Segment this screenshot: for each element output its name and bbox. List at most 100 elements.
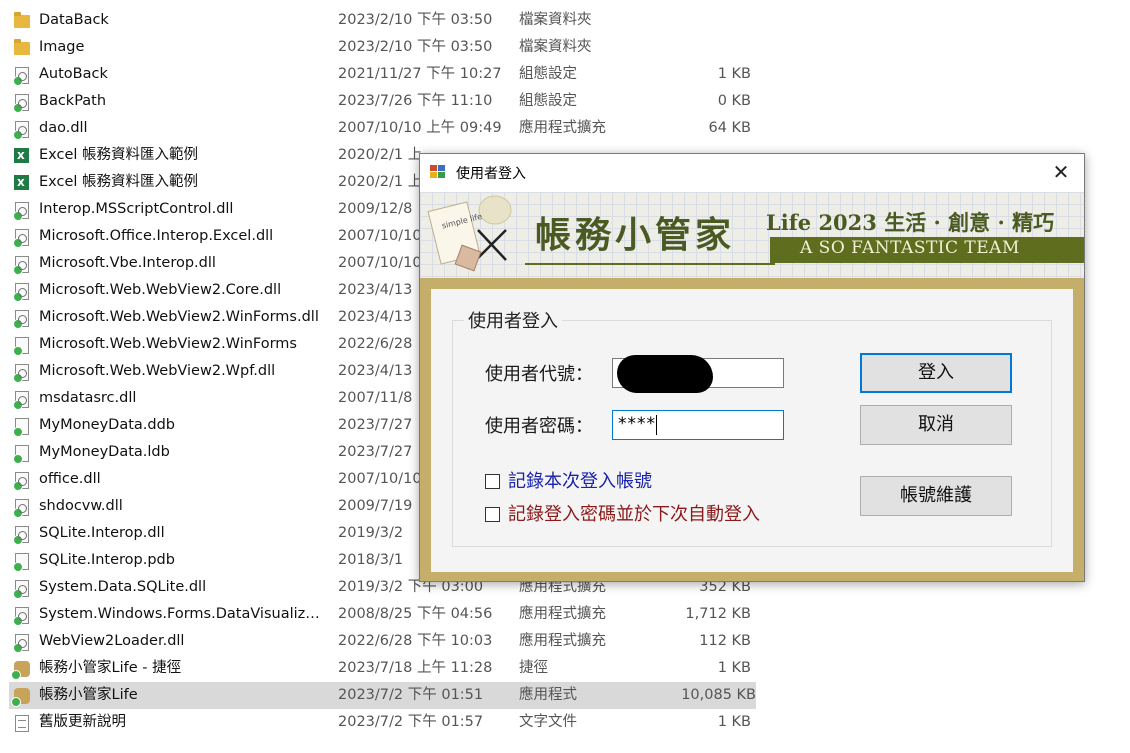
groupbox-title: 使用者登入 bbox=[464, 307, 562, 333]
file-type: 應用程式擴充 bbox=[519, 120, 606, 136]
sync-status-icon bbox=[13, 562, 23, 572]
file-name: SQLite.Interop.dll bbox=[39, 525, 165, 541]
file-date: 2023/4/13 bbox=[338, 309, 413, 325]
remember-account-checkbox[interactable] bbox=[485, 474, 500, 489]
file-name: shdocvw.dll bbox=[39, 498, 123, 514]
file-date: 2007/10/10 上午 09:49 bbox=[338, 120, 502, 136]
file-date: 2023/7/27 bbox=[338, 444, 413, 460]
folder-icon bbox=[14, 39, 30, 55]
file-date: 2007/10/10 bbox=[338, 471, 422, 487]
file-date: 2009/12/8 bbox=[338, 201, 413, 217]
dll-file-icon bbox=[13, 283, 29, 302]
password-input[interactable]: **** bbox=[612, 410, 784, 440]
file-date: 2021/11/27 下午 10:27 bbox=[338, 66, 502, 82]
banner-slogan: Life 2023 生活 · 創意 · 精巧 bbox=[766, 210, 1055, 235]
dll-file-icon bbox=[13, 256, 29, 275]
file-row[interactable]: DataBack 2023/2/10 下午 03:50 檔案資料夾 bbox=[0, 7, 760, 34]
file-name: Microsoft.Web.WebView2.WinForms.dll bbox=[39, 309, 319, 325]
file-row[interactable]: 舊版更新說明 2023/7/2 下午 01:57 文字文件 1 KB bbox=[0, 709, 760, 736]
file-icon bbox=[13, 418, 29, 437]
file-date: 2022/6/28 下午 10:03 bbox=[338, 633, 493, 649]
remember-account-label[interactable]: 記錄本次登入帳號 bbox=[508, 467, 652, 493]
dll-file-icon bbox=[13, 364, 29, 383]
file-type: 應用程式 bbox=[519, 687, 577, 703]
file-name: 帳務小管家Life - 捷徑 bbox=[39, 660, 182, 676]
login-button[interactable]: 登入 bbox=[860, 353, 1012, 393]
file-size: 112 KB bbox=[699, 633, 751, 649]
file-name: MyMoneyData.ddb bbox=[39, 417, 176, 433]
file-row[interactable]: WebView2Loader.dll 2022/6/28 下午 10:03 應用程式… bbox=[0, 628, 760, 655]
sync-status-icon bbox=[13, 616, 23, 626]
dialog-body: 使用者登入 使用者代號： 使用者密碼： **** 記錄本次登入帳號 記錄登入密碼… bbox=[431, 289, 1073, 572]
file-icon bbox=[13, 337, 29, 356]
sync-status-icon bbox=[13, 319, 23, 329]
file-date: 2023/4/13 bbox=[338, 363, 413, 379]
file-name: DataBack bbox=[39, 12, 109, 28]
file-date: 2023/7/2 下午 01:57 bbox=[338, 714, 484, 730]
banner-underline bbox=[525, 263, 775, 265]
file-row[interactable]: System.Windows.Forms.DataVisualizati... 2… bbox=[0, 601, 760, 628]
file-name: Microsoft.Web.WebView2.WinForms bbox=[39, 336, 297, 352]
text-file-icon bbox=[15, 715, 29, 732]
file-name: 帳務小管家Life bbox=[39, 687, 138, 703]
dialog-titlebar[interactable]: 使用者登入 ✕ bbox=[420, 154, 1084, 191]
file-row[interactable]: Image 2023/2/10 下午 03:50 檔案資料夾 bbox=[0, 34, 760, 61]
account-maintenance-button[interactable]: 帳號維護 bbox=[860, 476, 1012, 516]
file-date: 2022/6/28 bbox=[338, 336, 413, 352]
file-size: 1 KB bbox=[717, 66, 751, 82]
user-id-label: 使用者代號： bbox=[485, 364, 593, 385]
sync-status-icon bbox=[13, 400, 23, 410]
dll-file-icon bbox=[13, 634, 29, 653]
excel-file-icon bbox=[14, 169, 29, 196]
file-date: 2023/2/10 下午 03:50 bbox=[338, 12, 493, 28]
sync-status-icon bbox=[13, 265, 23, 275]
file-row[interactable]: dao.dll 2007/10/10 上午 09:49 應用程式擴充 64 KB bbox=[0, 115, 760, 142]
file-name: System.Windows.Forms.DataVisualizati... bbox=[39, 606, 324, 622]
file-type: 應用程式擴充 bbox=[519, 606, 606, 622]
sync-status-icon bbox=[13, 427, 23, 437]
cancel-button[interactable]: 取消 bbox=[860, 405, 1012, 445]
user-id-input[interactable] bbox=[612, 355, 784, 393]
file-type: 組態設定 bbox=[519, 93, 577, 109]
file-row[interactable]: 帳務小管家Life - 捷徑 2023/7/18 上午 11:28 捷徑 1 KB bbox=[0, 655, 760, 682]
file-row[interactable]: 帳務小管家Life 2023/7/2 下午 01:51 應用程式 10,085 KB bbox=[9, 682, 756, 709]
file-name: Microsoft.Web.WebView2.Core.dll bbox=[39, 282, 282, 298]
text-caret bbox=[656, 415, 657, 435]
file-name: Excel 帳務資料匯入範例 bbox=[39, 147, 199, 163]
file-name: WebView2Loader.dll bbox=[39, 633, 185, 649]
file-row[interactable]: AutoBack 2021/11/27 下午 10:27 組態設定 1 KB bbox=[0, 61, 760, 88]
config-file-icon bbox=[13, 67, 29, 86]
app-banner: simple life 帳務小管家 Life 2023 生活 · 創意 · 精巧… bbox=[420, 192, 1084, 278]
file-type: 文字文件 bbox=[519, 714, 577, 730]
dll-file-icon bbox=[13, 202, 29, 221]
file-size: 10,085 KB bbox=[681, 687, 756, 703]
app-icon bbox=[11, 661, 30, 680]
sync-status-icon bbox=[13, 103, 23, 113]
file-name: BackPath bbox=[39, 93, 107, 109]
file-date: 2023/7/26 下午 11:10 bbox=[338, 93, 493, 109]
sync-status-icon bbox=[13, 211, 23, 221]
file-type: 檔案資料夾 bbox=[519, 39, 592, 55]
file-name: dao.dll bbox=[39, 120, 88, 136]
file-name: System.Data.SQLite.dll bbox=[39, 579, 207, 595]
sync-status-icon bbox=[13, 76, 23, 86]
password-value: **** bbox=[618, 414, 656, 434]
file-row[interactable]: BackPath 2023/7/26 下午 11:10 組態設定 0 KB bbox=[0, 88, 760, 115]
dll-file-icon bbox=[13, 121, 29, 140]
sync-status-icon bbox=[13, 535, 23, 545]
close-button[interactable]: ✕ bbox=[1038, 154, 1084, 191]
dialog-title: 使用者登入 bbox=[456, 166, 526, 182]
auto-login-checkbox[interactable] bbox=[485, 507, 500, 522]
file-name: SQLite.Interop.pdb bbox=[39, 552, 175, 568]
banner-team: A SO FANTASTIC TEAM bbox=[800, 238, 1020, 258]
file-date: 2019/3/2 bbox=[338, 525, 404, 541]
file-size: 0 KB bbox=[717, 93, 751, 109]
file-date: 2009/7/19 bbox=[338, 498, 413, 514]
file-name: 舊版更新說明 bbox=[39, 714, 126, 730]
auto-login-label[interactable]: 記錄登入密碼並於下次自動登入 bbox=[508, 500, 760, 526]
sync-status-icon bbox=[13, 130, 23, 140]
file-date: 2007/11/8 bbox=[338, 390, 413, 406]
file-icon bbox=[13, 445, 29, 464]
file-name: Image bbox=[39, 39, 85, 55]
file-type: 捷徑 bbox=[519, 660, 548, 676]
